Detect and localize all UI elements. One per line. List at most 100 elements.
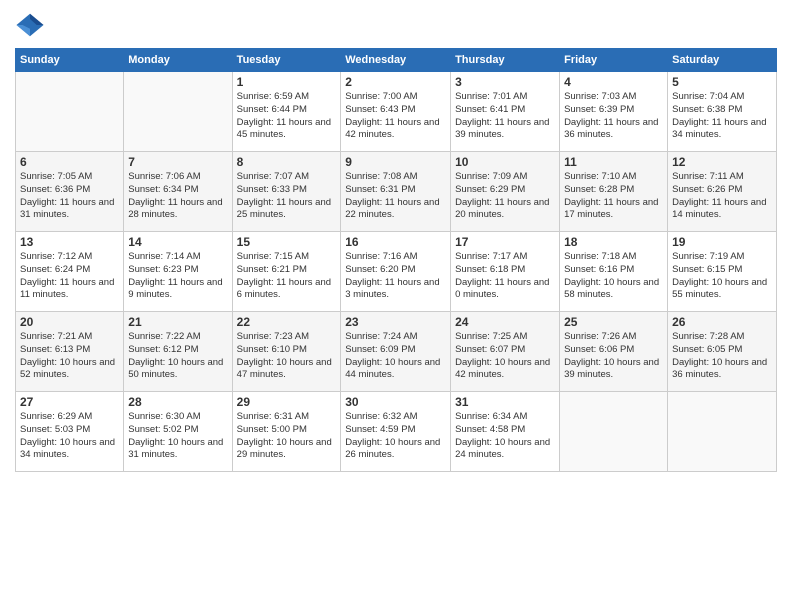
calendar-cell: 28Sunrise: 6:30 AM Sunset: 5:02 PM Dayli… <box>124 392 232 472</box>
day-number: 31 <box>455 395 555 409</box>
day-info: Sunrise: 7:28 AM Sunset: 6:05 PM Dayligh… <box>672 331 772 382</box>
day-number: 15 <box>237 235 337 249</box>
calendar-week-4: 20Sunrise: 7:21 AM Sunset: 6:13 PM Dayli… <box>16 312 777 392</box>
calendar-cell: 5 Sunrise: 7:04 AM Sunset: 6:38 PM Daylig… <box>668 72 777 152</box>
day-number: 16 <box>345 235 446 249</box>
calendar-cell: 10 Sunrise: 7:09 AM Sunset: 6:29 PM Dayli… <box>451 152 560 232</box>
day-number: 17 <box>455 235 555 249</box>
day-number: 7 <box>128 155 227 169</box>
calendar-cell <box>560 392 668 472</box>
day-info: Sunrise: 7:11 AM Sunset: 6:26 PM Dayligh… <box>672 171 772 222</box>
calendar-body: 1 Sunrise: 6:59 AM Sunset: 6:44 PM Daylig… <box>16 72 777 472</box>
calendar-cell: 7 Sunrise: 7:06 AM Sunset: 6:34 PM Daylig… <box>124 152 232 232</box>
day-info: Sunrise: 7:26 AM Sunset: 6:06 PM Dayligh… <box>564 331 663 382</box>
day-number: 27 <box>20 395 119 409</box>
day-info: Sunrise: 7:12 AM Sunset: 6:24 PM Dayligh… <box>20 251 119 302</box>
calendar-cell: 18Sunrise: 7:18 AM Sunset: 6:16 PM Dayli… <box>560 232 668 312</box>
day-info: Sunrise: 6:29 AM Sunset: 5:03 PM Dayligh… <box>20 411 119 462</box>
weekday-thursday: Thursday <box>451 49 560 72</box>
calendar-cell: 4 Sunrise: 7:03 AM Sunset: 6:39 PM Daylig… <box>560 72 668 152</box>
calendar-week-1: 1 Sunrise: 6:59 AM Sunset: 6:44 PM Daylig… <box>16 72 777 152</box>
day-info: Sunrise: 7:22 AM Sunset: 6:12 PM Dayligh… <box>128 331 227 382</box>
calendar-week-3: 13 Sunrise: 7:12 AM Sunset: 6:24 PM Dayli… <box>16 232 777 312</box>
calendar-cell: 2 Sunrise: 7:00 AM Sunset: 6:43 PM Daylig… <box>341 72 451 152</box>
day-info: Sunrise: 7:16 AM Sunset: 6:20 PM Dayligh… <box>345 251 446 302</box>
calendar-cell: 30 Sunrise: 6:32 AM Sunset: 4:59 PM Dayli… <box>341 392 451 472</box>
day-number: 8 <box>237 155 337 169</box>
day-info: Sunrise: 7:04 AM Sunset: 6:38 PM Dayligh… <box>672 91 772 142</box>
header <box>15 10 777 40</box>
day-info: Sunrise: 6:59 AM Sunset: 6:44 PM Dayligh… <box>237 91 337 142</box>
day-info: Sunrise: 7:25 AM Sunset: 6:07 PM Dayligh… <box>455 331 555 382</box>
day-info: Sunrise: 7:08 AM Sunset: 6:31 PM Dayligh… <box>345 171 446 222</box>
day-number: 12 <box>672 155 772 169</box>
weekday-friday: Friday <box>560 49 668 72</box>
logo <box>15 10 47 40</box>
day-number: 18 <box>564 235 663 249</box>
day-number: 23 <box>345 315 446 329</box>
day-info: Sunrise: 6:34 AM Sunset: 4:58 PM Dayligh… <box>455 411 555 462</box>
day-number: 9 <box>345 155 446 169</box>
calendar-cell: 25 Sunrise: 7:26 AM Sunset: 6:06 PM Dayli… <box>560 312 668 392</box>
day-number: 14 <box>128 235 227 249</box>
calendar-cell: 14Sunrise: 7:14 AM Sunset: 6:23 PM Dayli… <box>124 232 232 312</box>
day-info: Sunrise: 7:17 AM Sunset: 6:18 PM Dayligh… <box>455 251 555 302</box>
calendar-cell: 21 Sunrise: 7:22 AM Sunset: 6:12 PM Dayli… <box>124 312 232 392</box>
calendar-cell <box>668 392 777 472</box>
calendar-cell <box>16 72 124 152</box>
day-number: 13 <box>20 235 119 249</box>
page-container: SundayMondayTuesdayWednesdayThursdayFrid… <box>0 0 792 482</box>
day-number: 25 <box>564 315 663 329</box>
day-number: 2 <box>345 75 446 89</box>
day-info: Sunrise: 7:00 AM Sunset: 6:43 PM Dayligh… <box>345 91 446 142</box>
day-number: 3 <box>455 75 555 89</box>
calendar-cell: 3 Sunrise: 7:01 AM Sunset: 6:41 PM Daylig… <box>451 72 560 152</box>
day-info: Sunrise: 6:32 AM Sunset: 4:59 PM Dayligh… <box>345 411 446 462</box>
day-number: 21 <box>128 315 227 329</box>
day-number: 4 <box>564 75 663 89</box>
weekday-wednesday: Wednesday <box>341 49 451 72</box>
calendar-cell: 16 Sunrise: 7:16 AM Sunset: 6:20 PM Dayli… <box>341 232 451 312</box>
calendar-cell: 15Sunrise: 7:15 AM Sunset: 6:21 PM Dayli… <box>232 232 341 312</box>
logo-icon <box>15 10 45 40</box>
calendar-cell: 9 Sunrise: 7:08 AM Sunset: 6:31 PM Daylig… <box>341 152 451 232</box>
calendar-cell: 26 Sunrise: 7:28 AM Sunset: 6:05 PM Dayli… <box>668 312 777 392</box>
weekday-sunday: Sunday <box>16 49 124 72</box>
day-info: Sunrise: 7:24 AM Sunset: 6:09 PM Dayligh… <box>345 331 446 382</box>
calendar-cell: 19Sunrise: 7:19 AM Sunset: 6:15 PM Dayli… <box>668 232 777 312</box>
day-number: 20 <box>20 315 119 329</box>
calendar-table: SundayMondayTuesdayWednesdayThursdayFrid… <box>15 48 777 472</box>
calendar-cell: 20Sunrise: 7:21 AM Sunset: 6:13 PM Dayli… <box>16 312 124 392</box>
day-number: 10 <box>455 155 555 169</box>
weekday-monday: Monday <box>124 49 232 72</box>
day-number: 30 <box>345 395 446 409</box>
day-number: 29 <box>237 395 337 409</box>
day-number: 5 <box>672 75 772 89</box>
day-number: 26 <box>672 315 772 329</box>
calendar-cell: 24 Sunrise: 7:25 AM Sunset: 6:07 PM Dayli… <box>451 312 560 392</box>
day-info: Sunrise: 7:07 AM Sunset: 6:33 PM Dayligh… <box>237 171 337 222</box>
day-number: 19 <box>672 235 772 249</box>
day-info: Sunrise: 7:03 AM Sunset: 6:39 PM Dayligh… <box>564 91 663 142</box>
calendar-cell: 22 Sunrise: 7:23 AM Sunset: 6:10 PM Dayli… <box>232 312 341 392</box>
day-number: 24 <box>455 315 555 329</box>
day-info: Sunrise: 7:01 AM Sunset: 6:41 PM Dayligh… <box>455 91 555 142</box>
calendar-cell: 8 Sunrise: 7:07 AM Sunset: 6:33 PM Daylig… <box>232 152 341 232</box>
day-number: 22 <box>237 315 337 329</box>
day-number: 1 <box>237 75 337 89</box>
calendar-cell: 12 Sunrise: 7:11 AM Sunset: 6:26 PM Dayli… <box>668 152 777 232</box>
weekday-saturday: Saturday <box>668 49 777 72</box>
day-info: Sunrise: 7:06 AM Sunset: 6:34 PM Dayligh… <box>128 171 227 222</box>
day-info: Sunrise: 7:10 AM Sunset: 6:28 PM Dayligh… <box>564 171 663 222</box>
day-number: 11 <box>564 155 663 169</box>
calendar-cell: 13 Sunrise: 7:12 AM Sunset: 6:24 PM Dayli… <box>16 232 124 312</box>
weekday-header-row: SundayMondayTuesdayWednesdayThursdayFrid… <box>16 49 777 72</box>
calendar-cell: 23 Sunrise: 7:24 AM Sunset: 6:09 PM Dayli… <box>341 312 451 392</box>
calendar-cell: 29Sunrise: 6:31 AM Sunset: 5:00 PM Dayli… <box>232 392 341 472</box>
day-info: Sunrise: 7:23 AM Sunset: 6:10 PM Dayligh… <box>237 331 337 382</box>
calendar-cell: 27 Sunrise: 6:29 AM Sunset: 5:03 PM Dayli… <box>16 392 124 472</box>
calendar-week-2: 6Sunrise: 7:05 AM Sunset: 6:36 PM Daylig… <box>16 152 777 232</box>
day-info: Sunrise: 7:09 AM Sunset: 6:29 PM Dayligh… <box>455 171 555 222</box>
calendar-cell: 11 Sunrise: 7:10 AM Sunset: 6:28 PM Dayli… <box>560 152 668 232</box>
day-info: Sunrise: 7:05 AM Sunset: 6:36 PM Dayligh… <box>20 171 119 222</box>
